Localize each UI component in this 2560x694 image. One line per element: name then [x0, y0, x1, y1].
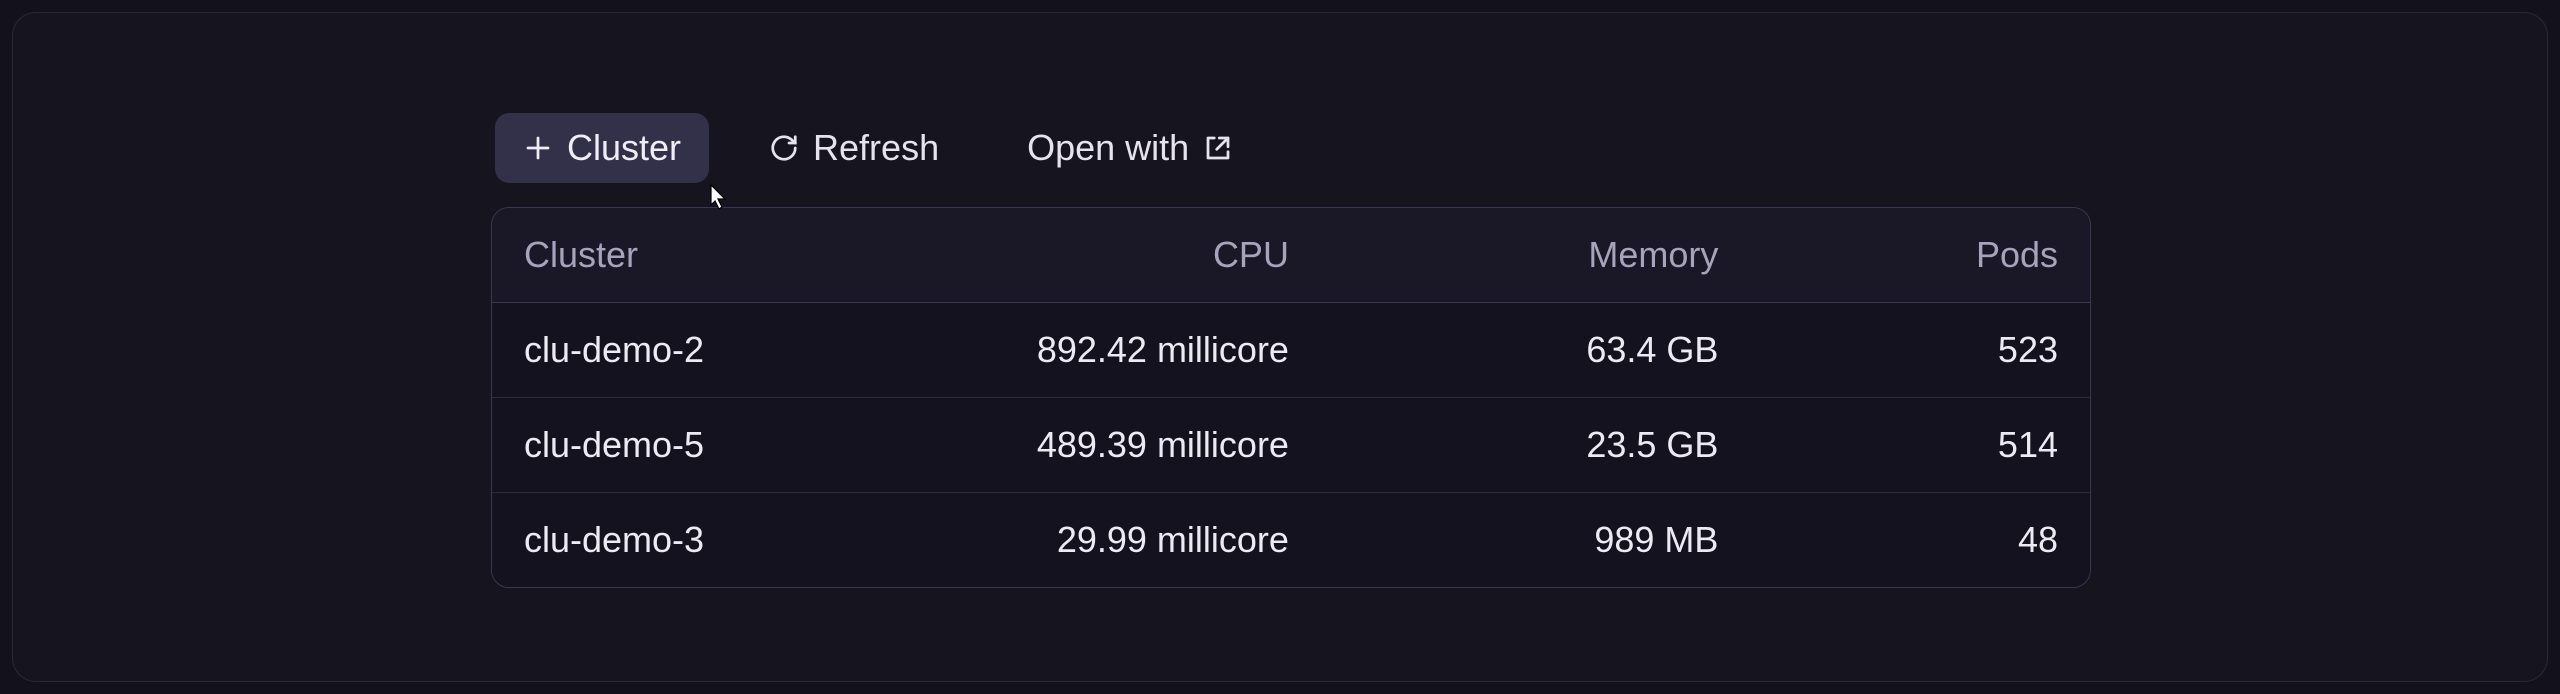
cell-cluster: clu-demo-2: [492, 303, 891, 398]
cell-cluster: clu-demo-3: [492, 493, 891, 588]
app-frame: Cluster Refresh Open with: [12, 12, 2548, 682]
table-row[interactable]: clu-demo-5 489.39 millicore 23.5 GB 514: [492, 398, 2090, 493]
cluster-table: Cluster CPU Memory Pods clu-demo-2 892.4…: [492, 208, 2090, 587]
header-cpu[interactable]: CPU: [891, 208, 1320, 303]
cell-cpu: 892.42 millicore: [891, 303, 1320, 398]
refresh-label: Refresh: [813, 127, 939, 169]
table-row[interactable]: clu-demo-3 29.99 millicore 989 MB 48: [492, 493, 2090, 588]
header-cluster[interactable]: Cluster: [492, 208, 891, 303]
cluster-table-card: Cluster CPU Memory Pods clu-demo-2 892.4…: [491, 207, 2091, 588]
cell-memory: 63.4 GB: [1321, 303, 1750, 398]
toolbar: Cluster Refresh Open with: [491, 113, 2091, 183]
refresh-button[interactable]: Refresh: [741, 113, 967, 183]
header-pods[interactable]: Pods: [1750, 208, 2090, 303]
cell-cluster: clu-demo-5: [492, 398, 891, 493]
cell-pods: 514: [1750, 398, 2090, 493]
open-with-button[interactable]: Open with: [999, 113, 1261, 183]
main-content: Cluster Refresh Open with: [491, 113, 2091, 588]
cell-pods: 48: [1750, 493, 2090, 588]
cell-memory: 989 MB: [1321, 493, 1750, 588]
header-memory[interactable]: Memory: [1321, 208, 1750, 303]
open-external-icon: [1203, 133, 1233, 163]
open-with-label: Open with: [1027, 127, 1189, 169]
add-cluster-label: Cluster: [567, 127, 681, 169]
add-cluster-button[interactable]: Cluster: [495, 113, 709, 183]
table-header-row: Cluster CPU Memory Pods: [492, 208, 2090, 303]
cell-memory: 23.5 GB: [1321, 398, 1750, 493]
cell-cpu: 29.99 millicore: [891, 493, 1320, 588]
plus-icon: [523, 133, 553, 163]
refresh-icon: [769, 133, 799, 163]
cell-cpu: 489.39 millicore: [891, 398, 1320, 493]
table-row[interactable]: clu-demo-2 892.42 millicore 63.4 GB 523: [492, 303, 2090, 398]
cell-pods: 523: [1750, 303, 2090, 398]
